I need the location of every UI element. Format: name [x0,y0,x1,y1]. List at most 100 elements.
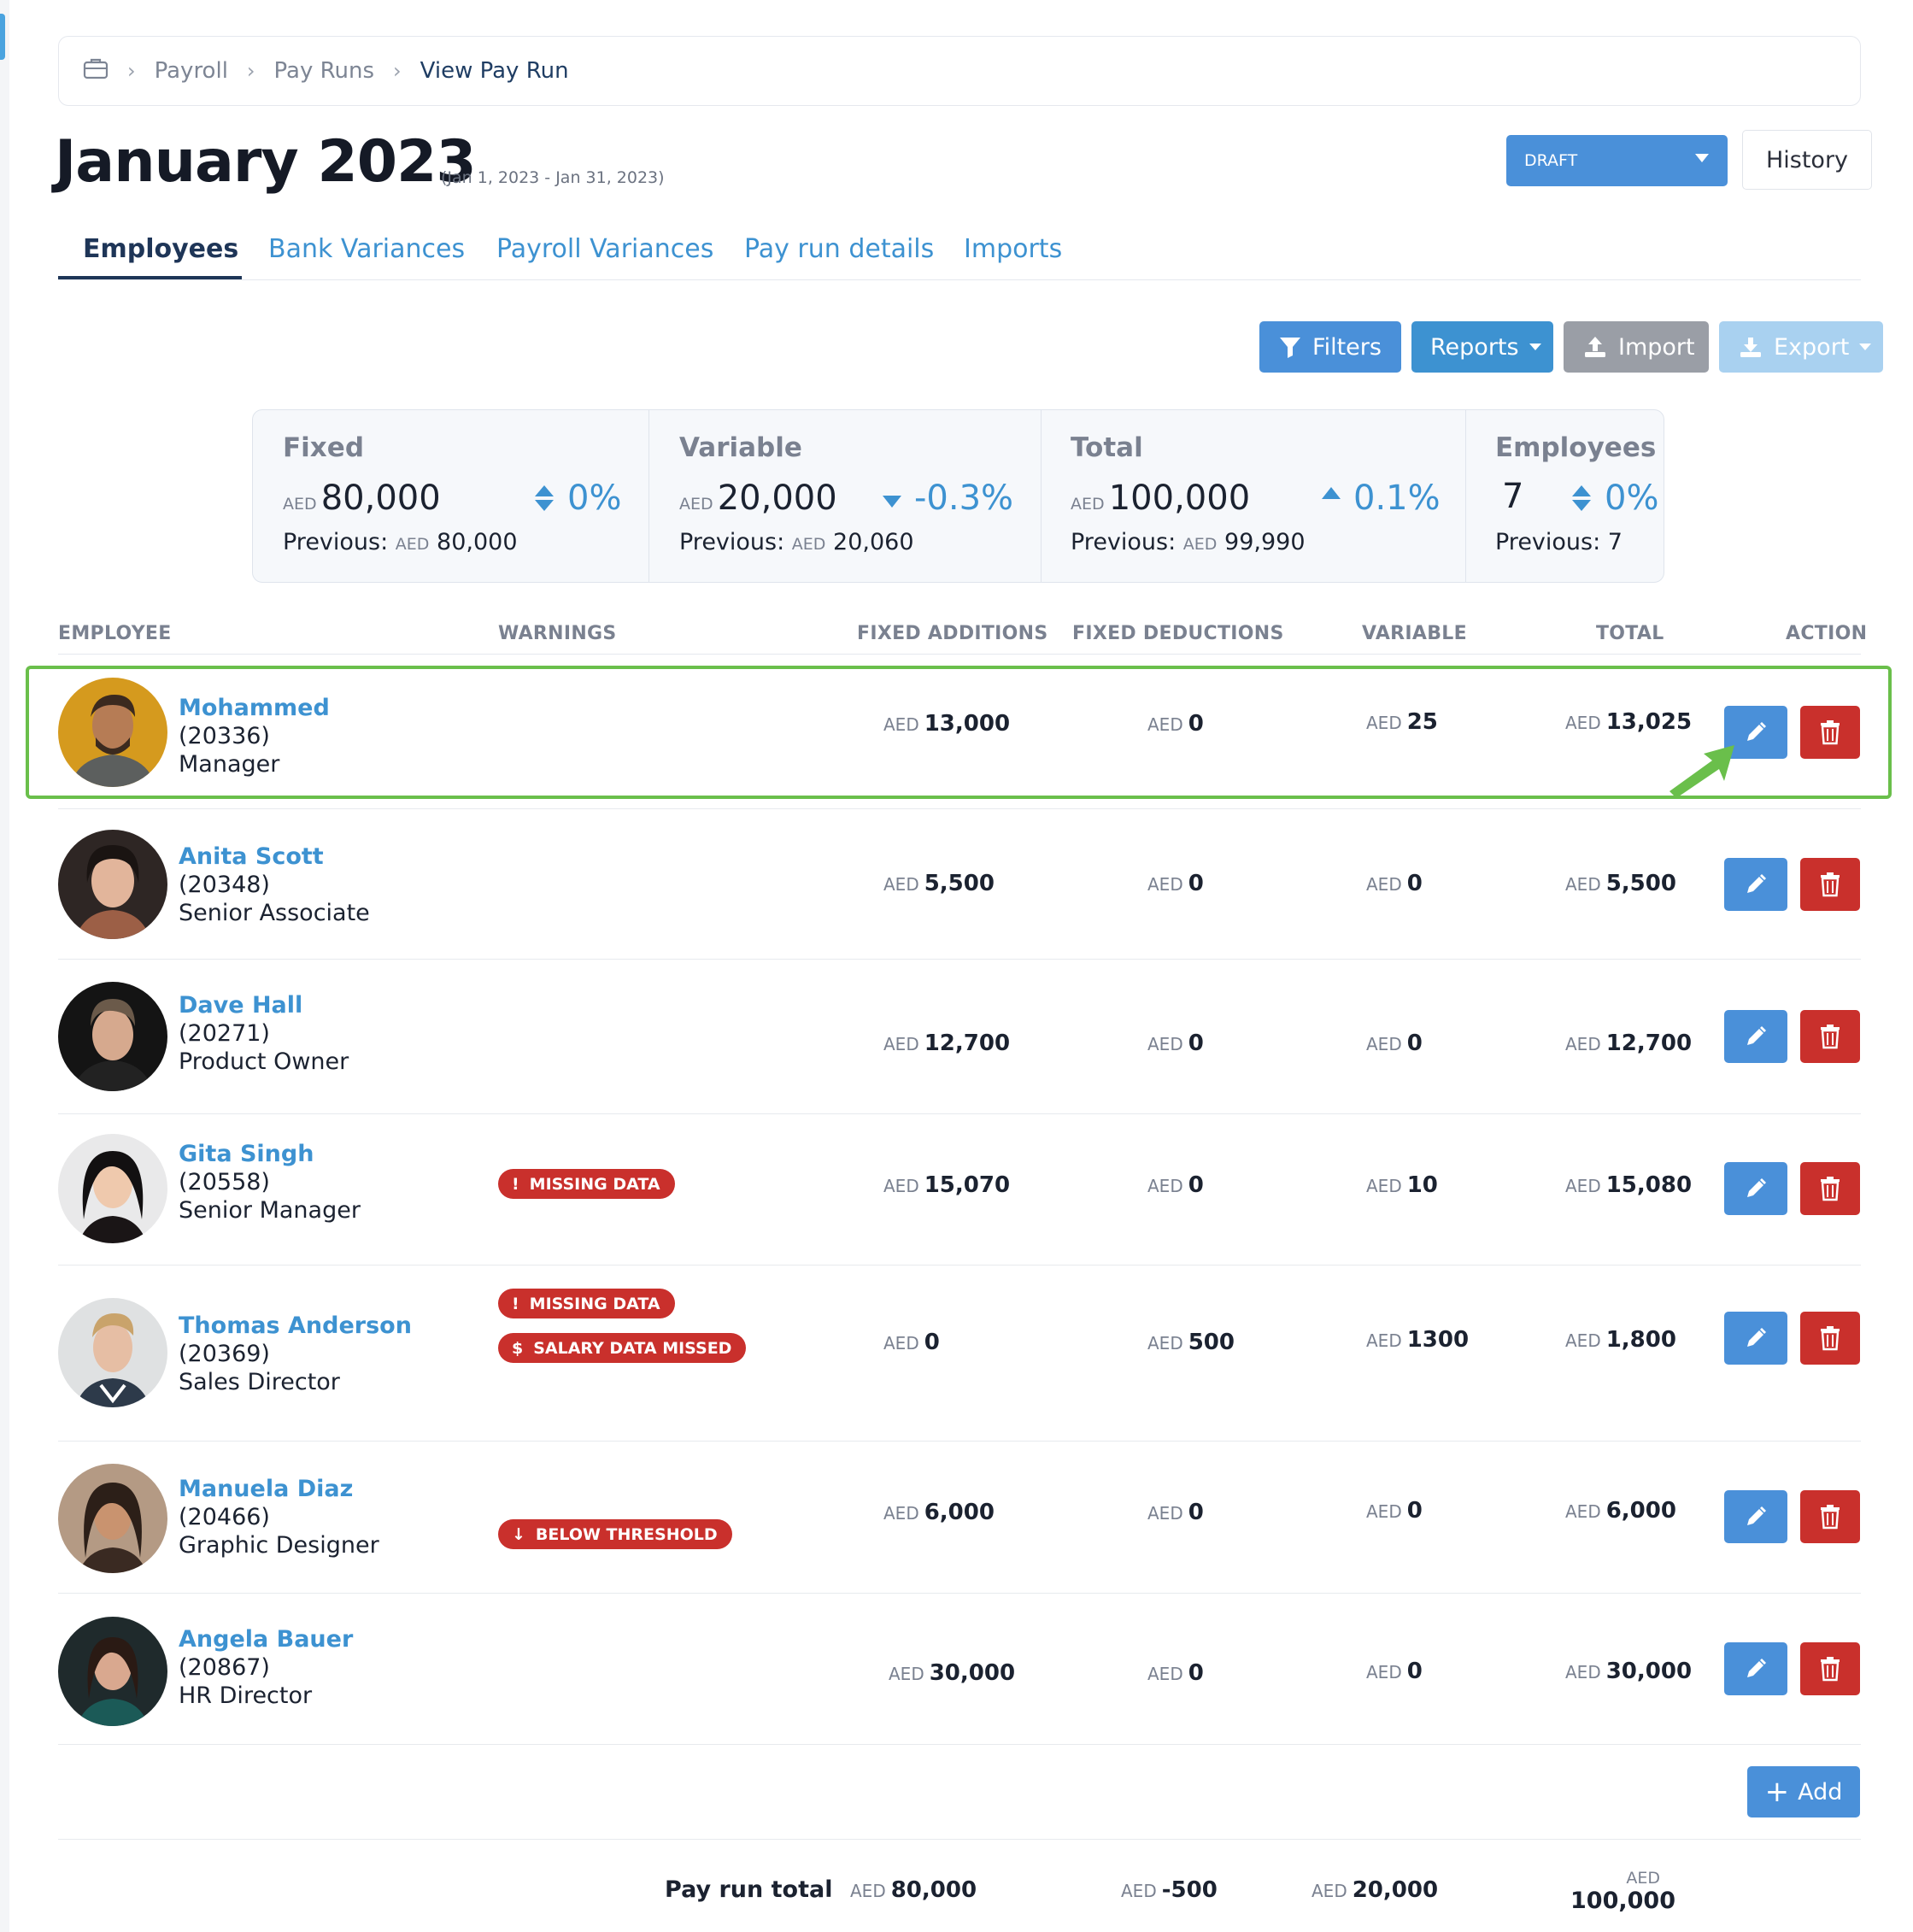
variable-cell: AED 25 [1366,709,1438,735]
edit-button[interactable] [1724,1490,1787,1543]
sidebar-toggle[interactable] [0,14,5,60]
caret-down-icon [883,496,901,508]
fixed-deductions-cell: AED 0 [1147,871,1204,896]
fixed-deductions-value: 0 [1188,1660,1204,1686]
total-value: 30,000 [1605,1659,1693,1684]
trash-icon [1821,1505,1840,1530]
employee-name-link[interactable]: Thomas Anderson [179,1312,412,1339]
tab-bank-variances[interactable]: Bank Variances [268,234,465,264]
fixed-deductions-cell: AED 0 [1147,1660,1204,1686]
currency-label: AED [1366,713,1402,733]
edit-button[interactable] [1724,1642,1787,1695]
status-dropdown[interactable]: DRAFT [1506,135,1728,186]
variable-cell: AED 10 [1366,1172,1438,1198]
breadcrumb-payroll[interactable]: Payroll [155,58,228,84]
row-divider [58,1593,1861,1594]
tab-payroll-variances[interactable]: Payroll Variances [496,234,713,264]
currency-label: AED [1366,1176,1402,1196]
variable-value: 25 [1406,709,1438,735]
fixed-additions-cell: AED 15,070 [883,1172,1010,1198]
exclamation-icon: ! [512,1174,519,1194]
summary-total-previous: Previous: AED 99,990 [1071,529,1306,555]
variable-value: 0 [1406,1498,1423,1524]
total-value: 6,000 [1605,1498,1676,1524]
employee-name-link[interactable]: Anita Scott [179,843,324,870]
employee-name-link[interactable]: Manuela Diaz [179,1476,353,1502]
import-button[interactable]: Import [1564,321,1709,373]
variable-cell: AED 0 [1366,1659,1423,1684]
reports-button[interactable]: Reports [1411,321,1553,373]
fixed-deductions-cell: AED 0 [1147,1031,1204,1056]
caret-down-icon [1695,154,1709,162]
employee-name-link[interactable]: Dave Hall [179,992,302,1019]
column-header-warnings: WARNINGS [498,623,617,644]
pay-run-total-label: Pay run total [665,1876,833,1903]
summary-variable-pct: -0.3% [914,479,1014,518]
delete-button[interactable] [1800,858,1860,911]
tab-imports[interactable]: Imports [964,234,1062,264]
filters-button[interactable]: Filters [1259,321,1401,373]
avatar [58,1298,167,1407]
edit-button[interactable] [1724,1010,1787,1063]
delete-button[interactable] [1800,1010,1860,1063]
currency-label: AED [395,535,430,554]
previous-label: Previous: [1071,529,1177,555]
tab-bar: Employees Bank Variances Payroll Varianc… [58,224,1861,280]
add-employee-button[interactable]: + Add [1747,1766,1860,1817]
edit-button[interactable] [1724,1312,1787,1365]
summary-variable-label: Variable [679,432,802,463]
employee-name-link[interactable]: Gita Singh [179,1141,314,1167]
total-value: 15,080 [1605,1172,1693,1198]
edit-button[interactable] [1724,1162,1787,1215]
fixed-additions-cell: AED 6,000 [883,1500,995,1525]
variable-value: 0 [1406,871,1423,896]
currency-label: AED [1565,1501,1601,1522]
delete-button[interactable] [1800,1162,1860,1215]
avatar [58,1134,167,1243]
fixed-additions-cell: AED 30,000 [889,1660,1015,1686]
download-icon [1740,338,1761,357]
history-button[interactable]: History [1742,130,1872,190]
summary-fixed-value: AED 80,000 [283,479,441,518]
summary-variable-amount: 20,000 [717,479,837,518]
fixed-additions-value: 5,500 [924,871,995,896]
footer-fixed-additions: AED 80,000 [850,1877,977,1903]
edit-button[interactable] [1724,858,1787,911]
fixed-additions-cell: AED 13,000 [883,711,1010,737]
exclamation-icon: ! [512,1294,519,1313]
export-button[interactable]: Export [1719,321,1883,373]
fixed-deductions-value: 0 [1188,711,1204,737]
variable-value: 1300 [1406,1327,1470,1353]
row-divider [58,1113,1861,1114]
pencil-icon [1747,1328,1766,1347]
delete-button[interactable] [1800,1642,1860,1695]
summary-fixed-previous: Previous: AED 80,000 [283,529,518,555]
currency-label: AED [1565,874,1601,895]
employee-name-link[interactable]: Angela Bauer [179,1626,353,1653]
fixed-additions-value: 30,000 [929,1660,1016,1686]
breadcrumb-pay-runs[interactable]: Pay Runs [274,58,375,84]
summary-variable-previous-value: 20,060 [833,529,914,555]
employee-role: Senior Manager [179,1197,361,1224]
summary-total-pct: 0.1% [1353,479,1441,518]
status-dropdown-value: DRAFT [1524,151,1578,170]
header-divider [58,654,1861,655]
summary-employees-previous: Previous: 7 [1495,529,1623,555]
employee-id: (20466) [179,1504,270,1530]
delete-button[interactable] [1800,1312,1860,1365]
briefcase-icon[interactable] [83,57,109,85]
column-header-variable: VARIABLE [1362,623,1467,644]
delete-button[interactable] [1800,1490,1860,1543]
pointer-arrow-icon [1669,745,1734,798]
currency-label: AED [883,1034,919,1054]
tab-pay-run-details[interactable]: Pay run details [744,234,934,264]
fixed-deductions-value: 0 [1188,871,1204,896]
employee-name-link[interactable]: Mohammed [179,695,330,721]
pencil-icon [1747,874,1766,893]
total-cell: AED 12,700 [1565,1031,1692,1056]
delete-button[interactable] [1800,706,1860,759]
trash-icon [1821,1025,1840,1049]
summary-employees-change: 0% [1570,479,1658,518]
pencil-icon [1747,1026,1766,1045]
tab-employees[interactable]: Employees [83,234,238,264]
